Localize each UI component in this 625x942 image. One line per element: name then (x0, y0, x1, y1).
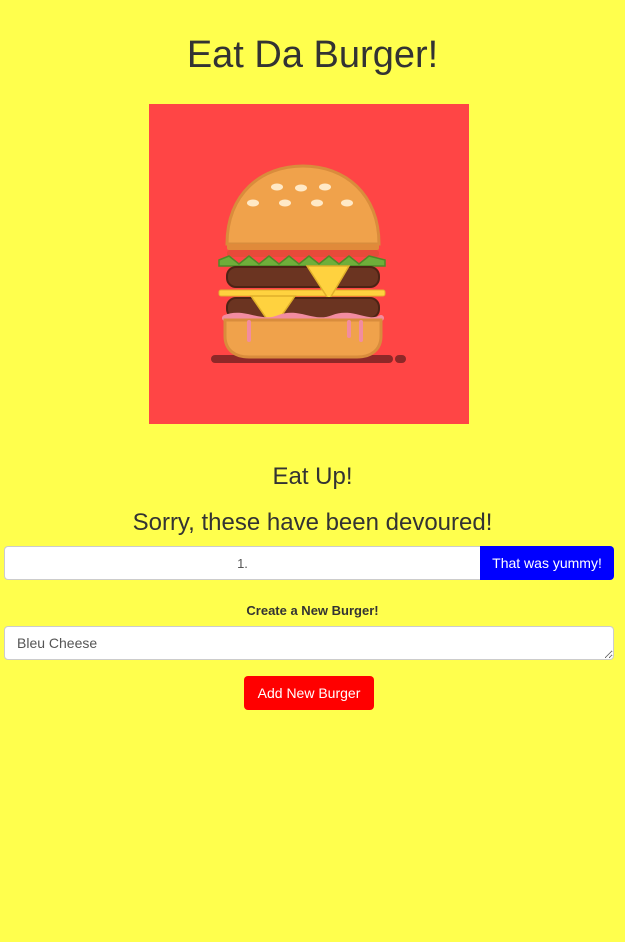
devoured-heading: Sorry, these have been devoured! (132, 509, 493, 536)
devoured-list-item: 1. That was yummy! (4, 546, 614, 580)
burger-illustration-icon (211, 164, 406, 363)
add-new-burger-button[interactable]: Add New Burger (244, 676, 374, 710)
that-was-yummy-button[interactable]: That was yummy! (480, 546, 614, 580)
page-title: Eat Da Burger! (186, 34, 439, 76)
devoured-burger-label: 1. (4, 546, 480, 580)
burger-image (149, 104, 469, 424)
create-burger-label: Create a New Burger! (246, 603, 379, 618)
eat-up-heading: Eat Up! (272, 463, 353, 490)
burger-name-input[interactable]: Bleu Cheese (4, 626, 614, 660)
